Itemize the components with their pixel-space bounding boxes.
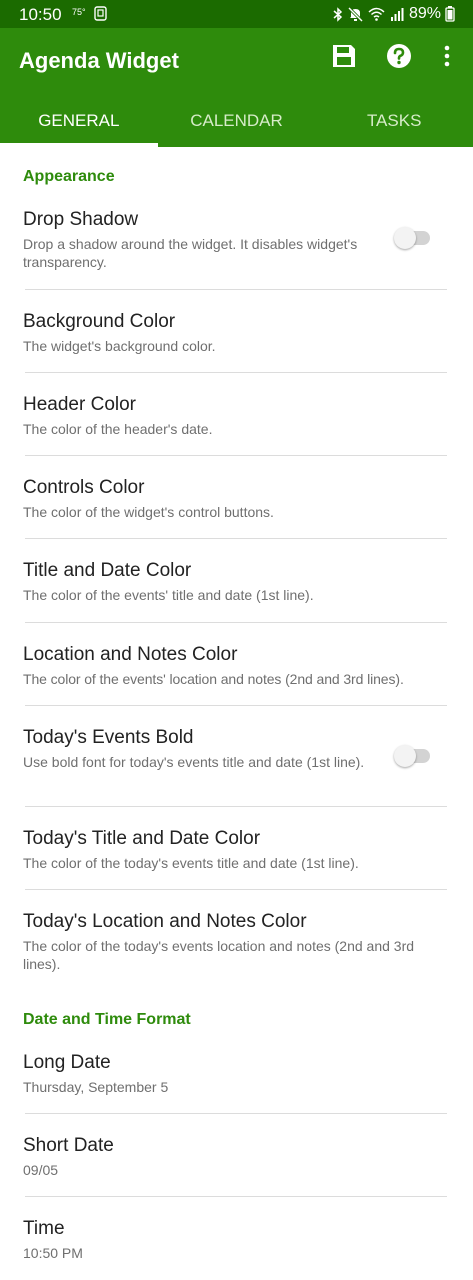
- pref-summary: Thursday, September 5: [23, 1079, 169, 1095]
- pref-title: Title and Date Color: [23, 560, 192, 581]
- signal-icon: [390, 7, 404, 21]
- pref-summary: The color of the today's events title an…: [23, 855, 359, 871]
- section-header-appearance: Appearance: [23, 168, 115, 185]
- pref-location-notes-color[interactable]: Location and Notes Color The color of th…: [0, 644, 473, 704]
- status-icons: 89%: [333, 5, 441, 23]
- divider: [25, 806, 447, 807]
- tab-general[interactable]: GENERAL: [0, 102, 158, 147]
- pref-long-date[interactable]: Long Date Thursday, September 5: [0, 1052, 473, 1112]
- divider: [25, 1113, 447, 1114]
- pref-title: Today's Location and Notes Color: [23, 911, 307, 932]
- pref-title: Header Color: [23, 394, 136, 415]
- save-button[interactable]: [328, 42, 360, 74]
- pref-summary: 10:50 PM: [23, 1245, 83, 1261]
- help-button[interactable]: [383, 42, 415, 74]
- section-header-date-time-format: Date and Time Format: [23, 1011, 191, 1028]
- phone-icon: [94, 6, 107, 26]
- pref-summary: The widget's background color.: [23, 338, 216, 354]
- pref-title: Location and Notes Color: [23, 644, 238, 665]
- pref-background-color[interactable]: Background Color The widget's background…: [0, 311, 473, 371]
- pref-summary: Use bold font for today's events title a…: [23, 754, 365, 770]
- pref-todays-events-bold[interactable]: Today's Events Bold Use bold font for to…: [0, 727, 473, 807]
- status-bar: 10:50 75° 89%: [0, 0, 473, 28]
- pref-title: Background Color: [23, 311, 176, 332]
- bluetooth-icon: [333, 6, 343, 22]
- pref-summary: 09/05: [23, 1162, 59, 1178]
- divider: [25, 705, 447, 706]
- divider: [25, 1196, 447, 1197]
- save-icon: [331, 43, 357, 74]
- pref-todays-location-notes-color[interactable]: Today's Location and Notes Color The col…: [0, 911, 473, 975]
- divider: [25, 622, 447, 623]
- toggle-thumb: [394, 227, 416, 249]
- pref-header-color[interactable]: Header Color The color of the header's d…: [0, 394, 473, 454]
- pref-todays-title-date-color[interactable]: Today's Title and Date Color The color o…: [0, 828, 473, 888]
- pref-title: Short Date: [23, 1135, 114, 1156]
- pref-time[interactable]: Time 10:50 PM: [0, 1218, 473, 1278]
- pref-title-date-color[interactable]: Title and Date Color The color of the ev…: [0, 560, 473, 620]
- tab-tasks[interactable]: TASKS: [315, 102, 473, 147]
- drop-shadow-toggle[interactable]: [394, 226, 432, 250]
- toggle-thumb: [394, 745, 416, 767]
- app-title: Agenda Widget: [19, 48, 179, 73]
- pref-controls-color[interactable]: Controls Color The color of the widget's…: [0, 477, 473, 537]
- pref-title: Controls Color: [23, 477, 145, 498]
- pref-summary: The color of the widget's control button…: [23, 504, 274, 520]
- pref-title: Time: [23, 1218, 65, 1239]
- pref-summary: The color of the header's date.: [23, 421, 213, 437]
- pref-title: Long Date: [23, 1052, 111, 1073]
- pref-summary: The color of the events' location and no…: [23, 671, 404, 687]
- tab-calendar[interactable]: CALENDAR: [158, 102, 316, 147]
- pref-short-date[interactable]: Short Date 09/05: [0, 1135, 473, 1195]
- status-time: 10:50: [19, 5, 62, 24]
- divider: [25, 289, 447, 290]
- mute-icon: [347, 6, 363, 22]
- pref-title: Today's Events Bold: [23, 727, 194, 748]
- battery-icon: [445, 6, 455, 27]
- divider: [25, 889, 447, 890]
- more-options-button[interactable]: [431, 42, 463, 74]
- wifi-icon: [368, 7, 385, 21]
- divider: [25, 538, 447, 539]
- divider: [25, 372, 447, 373]
- tab-bar: GENERAL CALENDAR TASKS: [0, 102, 473, 147]
- pref-summary: Drop a shadow around the widget. It disa…: [23, 236, 358, 270]
- todays-events-bold-toggle[interactable]: [394, 744, 432, 768]
- more-vert-icon: [443, 45, 451, 72]
- status-temperature: 75°: [72, 7, 86, 17]
- pref-summary: The color of the events' title and date …: [23, 587, 314, 603]
- divider: [25, 455, 447, 456]
- pref-drop-shadow[interactable]: Drop Shadow Drop a shadow around the wid…: [0, 209, 473, 289]
- pref-title: Drop Shadow: [23, 209, 139, 230]
- help-icon: [386, 43, 412, 74]
- app-bar: Agenda Widget GENERAL CALENDAR TASKS: [0, 28, 473, 147]
- pref-summary: The color of the today's events location…: [23, 938, 415, 972]
- battery-level: 89%: [408, 5, 441, 22]
- pref-title: Today's Title and Date Color: [23, 828, 261, 849]
